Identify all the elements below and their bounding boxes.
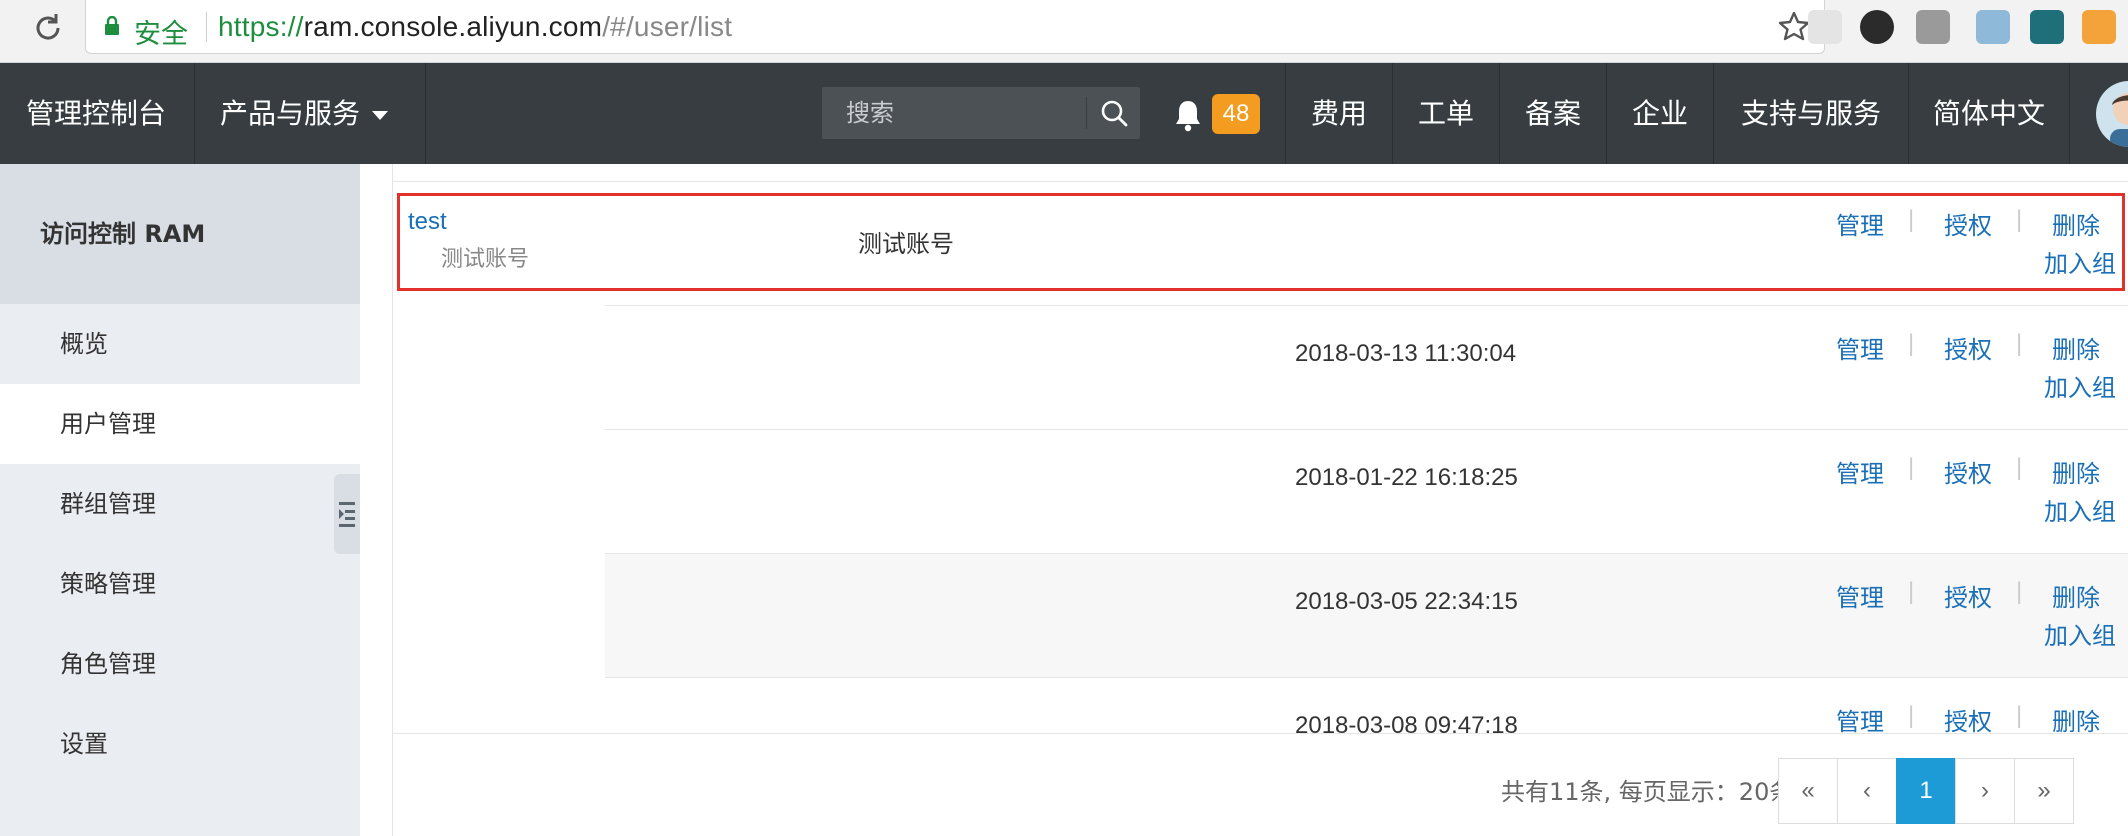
action-separator: | [1908,454,1915,481]
next-page-button[interactable]: › [1955,758,2015,824]
sidebar-collapse-toggle[interactable] [334,474,360,554]
row-created-time: 2018-03-13 11:30:04 [1295,340,1517,367]
table-row-header-edge [393,58,2128,182]
user-display-name-sub: 测试账号 [441,247,530,272]
sidebar-item-overview[interactable]: 概览 [0,304,360,384]
secure-label: 安全 [134,19,188,50]
authorize-link[interactable]: 授权 [1944,578,1992,613]
join-group-link[interactable]: 加入组 [2044,616,2116,651]
sidebar-header: 访问控制 RAM [0,164,360,304]
delete-link[interactable]: 删除 [2052,330,2100,365]
lock-icon [105,16,119,35]
row-masked-area [393,554,605,678]
delete-link[interactable]: 删除 [2052,578,2100,613]
action-separator: | [2016,330,2023,357]
action-separator: | [1908,702,1915,729]
action-separator: | [1908,330,1915,357]
row-created-time: 2018-01-22 16:18:25 [1295,464,1518,491]
manage-link[interactable]: 管理 [1836,330,1884,365]
sidebar-item-settings[interactable]: 设置 [0,704,360,784]
table-row: 2018-03-05 22:34:15 [393,554,2128,678]
extension-chart-icon[interactable] [1976,10,2010,44]
sidebar-title: 访问控制 RAM [40,220,206,248]
action-separator: | [2016,454,2023,481]
username-link[interactable]: test [408,208,447,236]
nav-divider [194,63,195,164]
extension-shield-icon[interactable] [1808,10,1842,44]
prev-page-button[interactable]: ‹ [1837,758,1897,824]
chevron-down-icon [372,110,389,120]
action-separator: | [1908,578,1915,605]
delete-link[interactable]: 删除 [2052,454,2100,489]
join-group-link[interactable]: 加入组 [2044,368,2116,403]
page-1-button[interactable]: 1 [1896,758,1956,824]
url-host: ram.console.aliyun.com [303,11,603,42]
manage-link[interactable]: 管理 [1836,454,1884,489]
products-menu[interactable]: 产品与服务 [220,63,389,164]
extension-fox-icon[interactable] [2082,10,2116,44]
extension-compass-icon[interactable] [2030,10,2064,44]
authorize-link[interactable]: 授权 [1944,454,1992,489]
url-protocol: https:// [218,11,304,42]
reload-icon[interactable] [30,10,66,46]
pagination-summary: 共有11条, 每页显示：20条 [1501,778,1794,806]
address-bar[interactable]: 安全 https://ram.console.aliyun.com/#/user… [85,0,1825,54]
pagination-bar: 共有11条, 每页显示：20条 « ‹ 1 › » [393,733,2128,836]
sidebar-item-policies[interactable]: 策略管理 [0,544,360,624]
authorize-link[interactable]: 授权 [1944,702,1992,737]
delete-link[interactable]: 删除 [2052,702,2100,737]
extension-camera-icon[interactable] [1860,10,1894,44]
address-separator [206,12,207,42]
bookmark-star-icon[interactable] [1778,10,1810,42]
collapse-menu-icon [339,502,355,527]
highlighted-user-row: test 测试账号 测试账号 [397,193,2125,291]
row-masked-area [393,430,605,554]
products-menu-label: 产品与服务 [220,97,361,130]
sidebar-item-roles[interactable]: 角色管理 [0,624,360,704]
action-separator: | [2016,578,2023,605]
manage-link[interactable]: 管理 [1836,702,1884,737]
browser-toolbar: 安全 https://ram.console.aliyun.com/#/user… [0,0,2128,63]
last-page-button[interactable]: » [2014,758,2074,824]
table-row: 2018-01-22 16:18:25 [393,430,2128,554]
user-display-name: 测试账号 [858,230,954,258]
sidebar-item-groups[interactable]: 群组管理 [0,464,360,544]
url-text: https://ram.console.aliyun.com/#/user/li… [218,11,732,43]
action-separator: | [2016,702,2023,729]
row-created-time: 2018-03-05 22:34:15 [1295,588,1518,615]
table-row: 2018-03-13 11:30:04 [393,306,2128,430]
sidebar: 访问控制 RAM 概览 用户管理 群组管理 策略管理 角色管理 设置 [0,164,360,836]
row-masked-area [393,306,605,430]
sidebar-item-users[interactable]: 用户管理 [0,384,360,464]
manage-link[interactable]: 管理 [1836,578,1884,613]
authorize-link[interactable]: 授权 [1944,330,1992,365]
console-home-link[interactable]: 管理控制台 [26,63,166,164]
extension-note-icon[interactable] [1916,10,1950,44]
first-page-button[interactable]: « [1778,758,1838,824]
url-path: /#/user/list [602,11,733,42]
join-group-link[interactable]: 加入组 [2044,492,2116,527]
